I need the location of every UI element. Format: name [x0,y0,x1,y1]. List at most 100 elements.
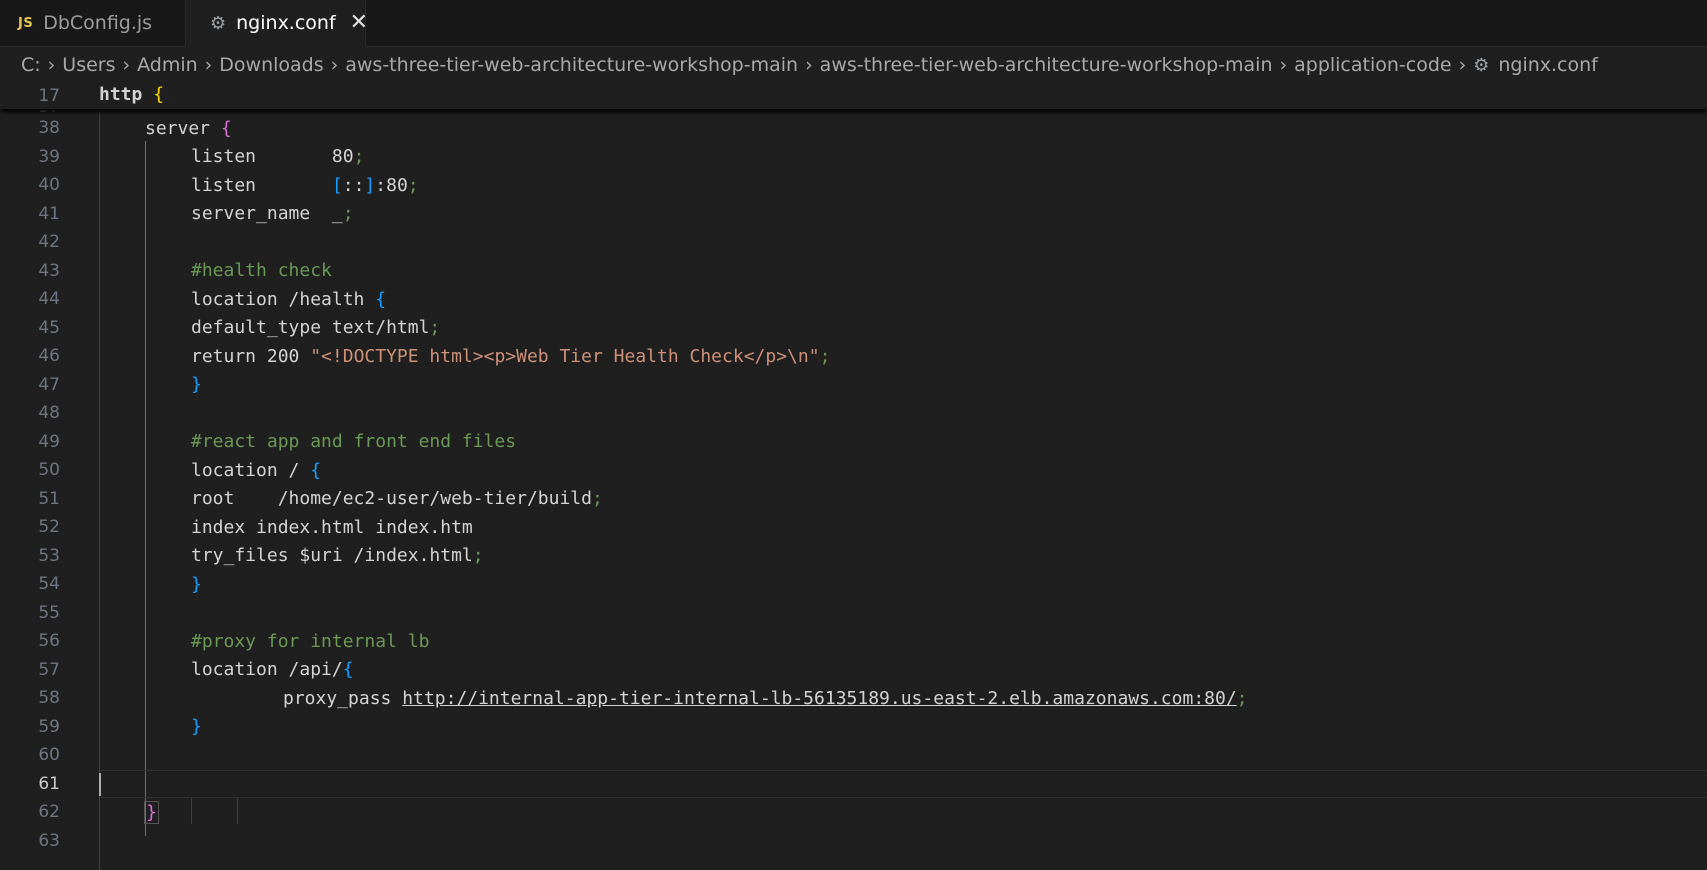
chevron-right-icon: › [204,54,213,76]
line-number: 55 [38,602,60,623]
chevron-right-icon: › [122,54,131,76]
line-number: 38 [38,118,60,139]
code-text: proxy_pass http://internal-app-tier-inte… [283,687,1248,709]
code-brace: } [191,374,202,396]
line-number: 57 [38,659,60,680]
line-number: 59 [38,716,60,737]
code-text: location /api/{ [191,659,354,681]
code-line: 47 } [0,371,1707,400]
code-line: 55 [0,599,1707,628]
code-line: 50 location / { [0,456,1707,485]
line-number: 44 [38,289,60,310]
code-text: return 200 "<!DOCTYPE html><p>Web Tier H… [191,345,831,367]
chevron-right-icon: › [805,54,813,76]
code-text: try_files $uri /index.html; [191,545,484,567]
line-number: 45 [38,317,60,338]
code-line: 54 } [0,570,1707,599]
breadcrumb-item[interactable]: Users [62,54,115,76]
code-brace: } [191,716,202,738]
chevron-right-icon: › [1458,54,1467,76]
current-line-highlight [99,769,1707,798]
breadcrumb-item[interactable]: application-code [1294,54,1451,76]
javascript-file-icon: JS [18,15,34,31]
line-number: 63 [38,830,60,851]
tab-nginx-conf[interactable]: ⚙ nginx.conf ✕ [186,0,368,47]
sticky-scroll-header[interactable]: 17 http { [0,83,1707,109]
breadcrumb-item[interactable]: Admin [137,54,198,76]
code-line: 45 default_type text/html; [0,314,1707,343]
line-number: 39 [38,146,60,167]
line-number: 50 [38,460,60,481]
line-number: 52 [38,517,60,538]
code-text: server { [145,117,232,139]
code-editor[interactable]: 37 38 server { 39 listen 80; 40 listen [… [0,109,1707,870]
code-comment: #health check [191,260,332,282]
code-text: listen [::]:80; [191,174,419,196]
code-line: 43 #health check [0,257,1707,286]
code-text: location /health { [191,288,387,310]
breadcrumb-item-current[interactable]: nginx.conf [1498,54,1598,76]
code-text: listen 80; [191,146,365,168]
code-line: 39 listen 80; [0,143,1707,172]
code-line: 42 [0,228,1707,257]
tab-dbconfig-js[interactable]: JS DbConfig.js [0,0,186,46]
code-line: 59 } [0,713,1707,742]
code-comment: #react app and front end files [191,431,517,453]
line-number: 40 [38,175,60,196]
line-number: 46 [38,346,60,367]
line-number: 58 [38,688,60,709]
line-number: 42 [38,232,60,253]
code-line: 63 [0,827,1707,856]
code-line-current[interactable]: 61 [0,769,1707,798]
code-line: 51 root /home/ec2-user/web-tier/build; [0,485,1707,514]
line-number: 62 [38,802,60,823]
chevron-right-icon: › [47,54,56,76]
close-icon[interactable]: ✕ [350,12,368,34]
line-number: 51 [38,488,60,509]
code-brace-matched: } [144,800,159,824]
line-number: 54 [38,574,60,595]
text-cursor [99,772,101,796]
proxy-url-link[interactable]: http://internal-app-tier-internal-lb-561… [402,688,1236,709]
line-number: 49 [38,431,60,452]
line-number: 47 [38,374,60,395]
gear-icon: ⚙ [210,12,227,34]
line-number: 17 [38,86,60,106]
line-number: 53 [38,545,60,566]
tab-label: DbConfig.js [43,12,153,34]
breadcrumb-item[interactable]: aws-three-tier-web-architecture-workshop… [820,54,1273,76]
line-number: 48 [38,403,60,424]
chevron-right-icon: › [1279,54,1288,76]
code-line: 62 } [0,798,1707,827]
code-text: server_name _; [191,203,354,225]
line-number: 56 [38,631,60,652]
code-line: 46 return 200 "<!DOCTYPE html><p>Web Tie… [0,342,1707,371]
code-text: root /home/ec2-user/web-tier/build; [191,488,603,510]
breadcrumb: C: › Users › Admin › Downloads › aws-thr… [0,47,1707,83]
code-line: 58 proxy_pass http://internal-app-tier-i… [0,684,1707,713]
code-line: 60 [0,741,1707,770]
gear-icon: ⚙ [1473,54,1490,76]
code-text: default_type text/html; [191,317,441,339]
code-line: 56 #proxy for internal lb [0,627,1707,656]
code-line: 41 server_name _; [0,200,1707,229]
code-line: 44 location /health { [0,285,1707,314]
code-brace: } [191,573,202,595]
code-line: 48 [0,399,1707,428]
code-line: 49 #react app and front end files [0,428,1707,457]
breadcrumb-item[interactable]: Downloads [219,54,323,76]
code-line: 52 index index.html index.htm [0,513,1707,542]
code-line: 53 try_files $uri /index.html; [0,542,1707,571]
breadcrumb-item[interactable]: aws-three-tier-web-architecture-workshop… [345,54,798,76]
chevron-right-icon: › [330,54,339,76]
line-number: 61 [38,773,60,794]
code-line: 57 location /api/{ [0,656,1707,685]
tab-bar: JS DbConfig.js ⚙ nginx.conf ✕ [0,0,1707,47]
breadcrumb-item[interactable]: C: [21,54,41,76]
code-text: location / { [191,459,322,481]
code-line: 38 server { [0,114,1707,143]
sticky-code: http { [99,84,165,105]
line-number: 41 [38,203,60,224]
line-number: 60 [38,745,60,766]
code-text: index index.html index.htm [191,516,473,538]
